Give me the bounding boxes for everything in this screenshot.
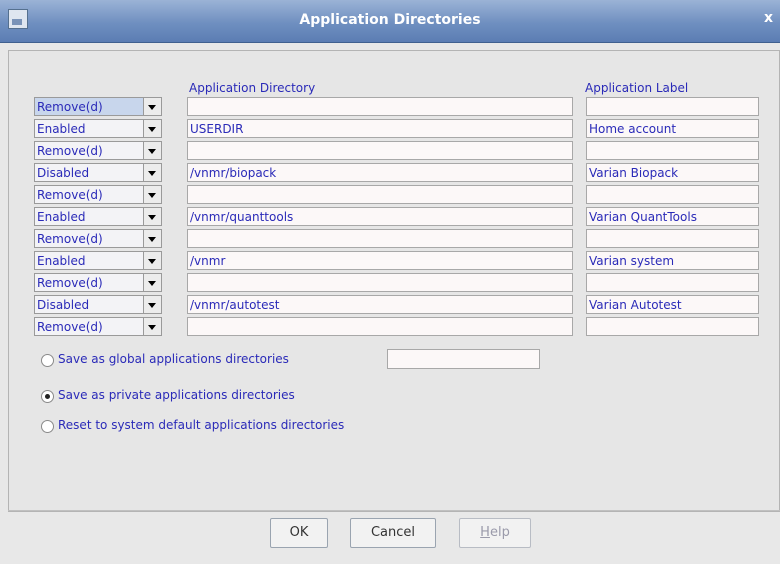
directory-row: Enabled/vnmr Varian system [9,251,779,271]
status-value: Remove(d) [37,100,103,114]
status-dropdown[interactable]: Enabled [34,207,162,226]
dropdown-arrow-icon[interactable] [143,208,161,225]
label-input[interactable]: Varian QuantTools [586,207,759,226]
directory-input[interactable] [187,185,573,204]
directory-input[interactable]: /vnmr/biopack [187,163,573,182]
reset-radio[interactable] [41,420,54,433]
directory-input[interactable]: /vnmr/quanttools [187,207,573,226]
directory-input[interactable] [187,97,573,116]
status-value: Remove(d) [37,188,103,202]
status-dropdown[interactable]: Remove(d) [34,229,162,248]
label-input[interactable] [586,229,759,248]
directory-row: Enabled/vnmr/quanttools Varian QuantTools [9,207,779,227]
status-value: Enabled [37,210,86,224]
directory-input[interactable]: USERDIR [187,119,573,138]
dropdown-arrow-icon[interactable] [143,186,161,203]
status-value: Enabled [37,122,86,136]
dropdown-arrow-icon[interactable] [143,318,161,335]
directory-value: /vnmr [190,254,226,268]
help-button-label: elp [489,525,510,540]
status-value: Remove(d) [37,144,103,158]
directory-input[interactable] [187,273,573,292]
status-value: Disabled [37,298,90,312]
dropdown-arrow-icon[interactable] [143,296,161,313]
directory-row: Remove(d) [9,185,779,205]
directories-panel: Application Directory Application Label … [8,50,780,512]
label-input[interactable] [586,185,759,204]
status-value: Enabled [37,254,86,268]
status-dropdown[interactable]: Remove(d) [34,185,162,204]
global-option-label: Save as global applications directories [58,352,289,366]
directory-input[interactable] [187,229,573,248]
directory-input[interactable] [187,141,573,160]
directory-input[interactable]: /vnmr [187,251,573,270]
label-input[interactable]: Varian Autotest [586,295,759,314]
reset-option-label: Reset to system default applications dir… [58,418,345,432]
directory-row: Remove(d) [9,97,779,117]
dropdown-arrow-icon[interactable] [143,164,161,181]
status-value: Remove(d) [37,320,103,334]
directory-row: Remove(d) [9,317,779,337]
status-dropdown[interactable]: Enabled [34,251,162,270]
directory-row: Enabled USERDIR Home account [9,119,779,139]
directory-row: Disabled/vnmr/autotest Varian Autotest [9,295,779,315]
help-button[interactable]: Help [459,518,531,548]
label-value: Varian Autotest [589,298,682,312]
status-value: Remove(d) [37,276,103,290]
directory-value: /vnmr/autotest [190,298,280,312]
directory-row: Remove(d) [9,229,779,249]
status-value: Remove(d) [37,232,103,246]
label-input[interactable]: Home account [586,119,759,138]
label-input[interactable]: Varian Biopack [586,163,759,182]
dropdown-arrow-icon[interactable] [143,98,161,115]
label-input[interactable] [586,97,759,116]
label-input[interactable]: Varian system [586,251,759,270]
directory-value: /vnmr/biopack [190,166,277,180]
dropdown-arrow-icon[interactable] [143,252,161,269]
status-dropdown[interactable]: Remove(d) [34,97,162,116]
label-value: Varian QuantTools [589,210,697,224]
label-value: Varian Biopack [589,166,679,180]
global-directory-input[interactable] [387,349,540,369]
label-input[interactable] [586,273,759,292]
cancel-button[interactable]: Cancel [350,518,436,548]
private-radio[interactable] [41,390,54,403]
window-title: Application Directories [299,12,481,28]
dropdown-arrow-icon[interactable] [143,274,161,291]
column-header-directory: Application Directory [189,81,316,95]
label-input[interactable] [586,141,759,160]
directory-value: USERDIR [190,122,244,136]
directory-input[interactable] [187,317,573,336]
directory-input[interactable]: /vnmr/autotest [187,295,573,314]
help-mnemonic: H [480,525,490,540]
status-dropdown[interactable]: Remove(d) [34,317,162,336]
dropdown-arrow-icon[interactable] [143,120,161,137]
private-option-label: Save as private applications directories [58,388,295,402]
status-dropdown[interactable]: Disabled [34,295,162,314]
close-icon[interactable]: x [764,10,778,28]
directory-value: /vnmr/quanttools [190,210,294,224]
dropdown-arrow-icon[interactable] [143,142,161,159]
ok-button[interactable]: OK [270,518,328,548]
label-input[interactable] [586,317,759,336]
directory-row: Remove(d) [9,273,779,293]
directory-row: Disabled/vnmr/biopack Varian Biopack [9,163,779,183]
title-bar: Application Directories x [0,0,780,43]
status-dropdown[interactable]: Remove(d) [34,273,162,292]
directory-row: Remove(d) [9,141,779,161]
status-dropdown[interactable]: Enabled [34,119,162,138]
status-dropdown[interactable]: Remove(d) [34,141,162,160]
dropdown-arrow-icon[interactable] [143,230,161,247]
status-value: Disabled [37,166,90,180]
button-separator [8,510,780,511]
global-radio[interactable] [41,354,54,367]
status-dropdown[interactable]: Disabled [34,163,162,182]
column-header-label: Application Label [585,81,689,95]
label-value: Varian system [589,254,675,268]
label-value: Home account [589,122,677,136]
